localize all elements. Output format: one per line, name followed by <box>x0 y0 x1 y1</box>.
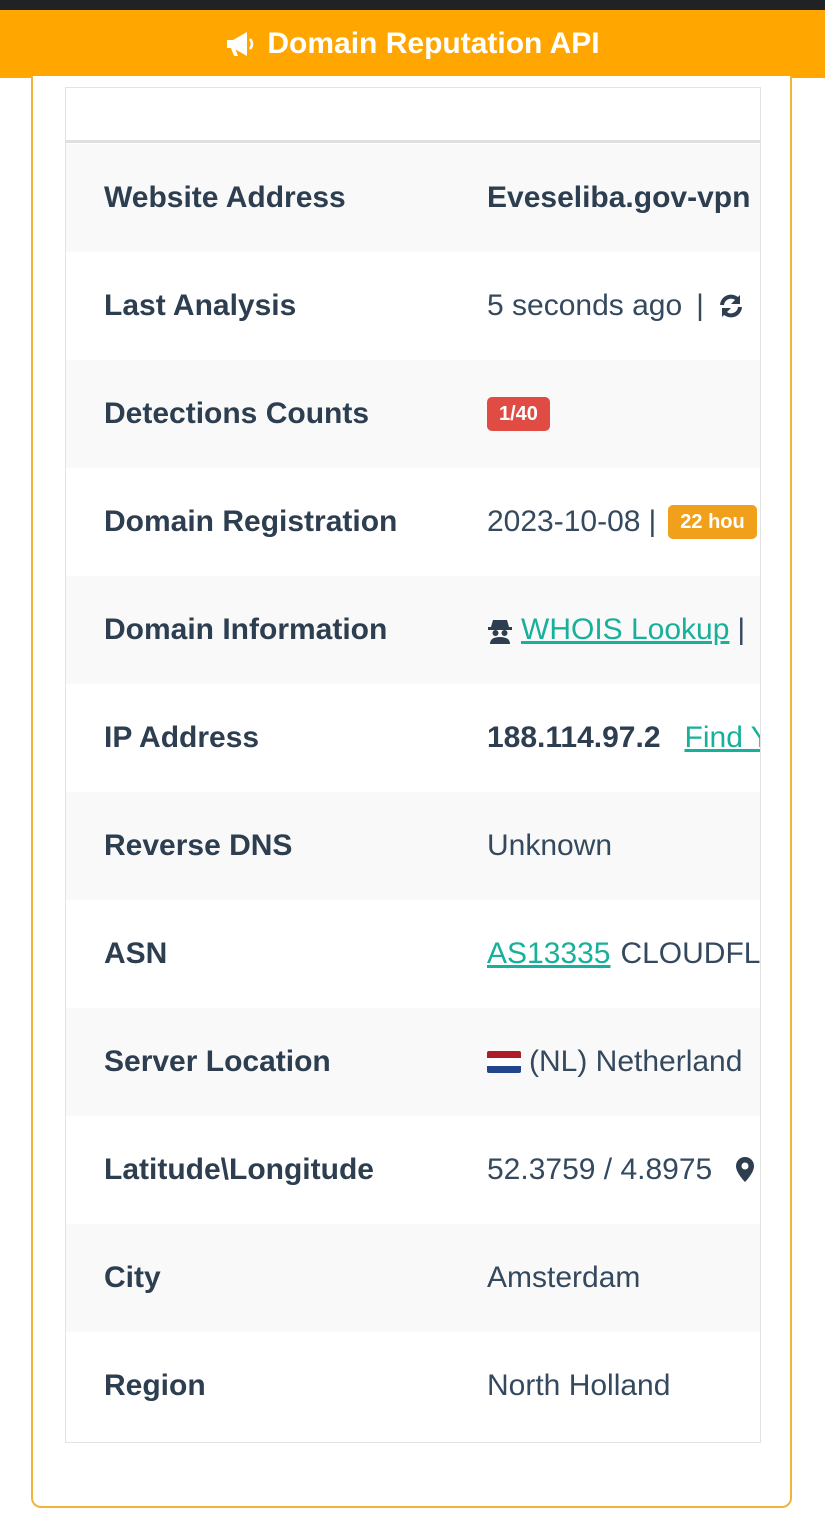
website-address-value: Eveseliba.gov-vpn <box>487 181 751 214</box>
status-bar-edge <box>0 0 825 10</box>
row-value: WHOIS Lookup | <box>487 613 745 647</box>
separator: | <box>648 505 657 538</box>
row-label: Website Address <box>104 181 346 214</box>
city-value: Amsterdam <box>487 1261 641 1294</box>
table-row: Server Location (NL) Netherland <box>66 1008 760 1116</box>
row-label: Domain Information <box>104 613 388 646</box>
asn-link[interactable]: AS13335 <box>487 937 610 971</box>
refresh-icon[interactable] <box>718 293 744 319</box>
table-row: Last Analysis 5 seconds ago | <box>66 252 760 360</box>
table-row: Domain Registration 2023-10-08 | 22 hou <box>66 468 760 576</box>
row-label: Latitude\Longitude <box>104 1153 374 1186</box>
separator: | <box>737 613 746 646</box>
table-row: Detections Counts 1/40 <box>66 360 760 468</box>
row-label: Region <box>104 1369 206 1402</box>
row-value: 52.3759 / 4.8975 <box>487 1153 756 1187</box>
server-location-value: (NL) Netherland <box>529 1045 743 1078</box>
find-link[interactable]: Find Y <box>685 721 760 755</box>
row-label: IP Address <box>104 721 260 754</box>
row-label: ASN <box>104 937 168 970</box>
ip-address-value: 188.114.97.2 <box>487 721 661 754</box>
last-analysis-value: 5 seconds ago <box>487 289 683 322</box>
row-value: AS13335 CLOUDFL <box>487 937 760 971</box>
row-value: 188.114.97.2 Find Y <box>487 721 760 755</box>
row-value: Eveseliba.gov-vpn <box>487 181 750 215</box>
table-row: ASN AS13335 CLOUDFL <box>66 900 760 1008</box>
map-marker-icon[interactable] <box>734 1156 756 1184</box>
row-label: Domain Registration <box>104 505 398 538</box>
page-title: Domain Reputation API <box>267 27 600 60</box>
table-row: Domain Information WHOIS Lookup | <box>66 576 760 684</box>
row-label: Last Analysis <box>104 289 297 322</box>
row-value: Unknown <box>487 829 612 863</box>
reverse-dns-value: Unknown <box>487 829 613 862</box>
whois-lookup-link[interactable]: WHOIS Lookup <box>521 613 729 647</box>
page-header: Domain Reputation API <box>0 10 825 78</box>
row-value: Amsterdam <box>487 1261 640 1295</box>
detections-badge: 1/40 <box>487 397 550 431</box>
table-row: Reverse DNS Unknown <box>66 792 760 900</box>
row-value: North Holland <box>487 1369 670 1403</box>
row-label: Reverse DNS <box>104 829 293 862</box>
lat-long-value: 52.3759 / 4.8975 <box>487 1153 713 1186</box>
netherlands-flag-icon <box>487 1051 521 1073</box>
separator: | <box>696 289 704 322</box>
region-value: North Holland <box>487 1369 671 1402</box>
table-row: Latitude\Longitude 52.3759 / 4.8975 <box>66 1116 760 1224</box>
row-label: Server Location <box>104 1045 331 1078</box>
row-value: (NL) Netherland <box>487 1045 742 1079</box>
table-row: City Amsterdam <box>66 1224 760 1332</box>
row-value: 1/40 <box>487 397 550 431</box>
row-value: 2023-10-08 | 22 hou <box>487 505 757 539</box>
registration-date: 2023-10-08 <box>487 505 641 538</box>
spy-icon <box>488 620 512 644</box>
row-label: Detections Counts <box>104 397 370 430</box>
domain-info-table: Website Address Eveseliba.gov-vpn Last A… <box>65 87 761 1443</box>
row-label: City <box>104 1261 161 1294</box>
table-header <box>66 88 760 143</box>
domain-age-badge: 22 hou <box>668 505 757 539</box>
table-row: IP Address 188.114.97.2 Find Y <box>66 684 760 792</box>
megaphone-icon <box>227 32 254 56</box>
asn-name: CLOUDFL <box>620 937 761 970</box>
table-row: Region North Holland <box>66 1332 760 1440</box>
row-value: 5 seconds ago | <box>487 289 744 323</box>
table-row: Website Address Eveseliba.gov-vpn <box>66 144 760 252</box>
